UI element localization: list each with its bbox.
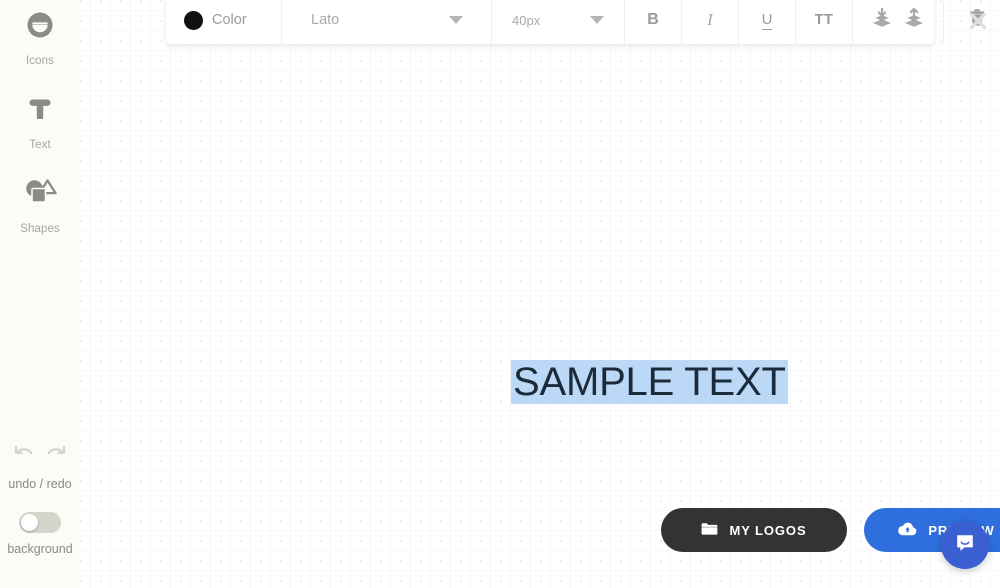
- undo-redo-group: undo / redo: [0, 442, 80, 491]
- bring-to-front-icon[interactable]: [903, 7, 925, 33]
- layer-order-group: [853, 0, 943, 44]
- color-label: Color: [212, 12, 247, 28]
- folder-icon: [701, 522, 718, 539]
- support-chat-button[interactable]: [941, 521, 989, 569]
- font-size-value: 40px: [512, 12, 541, 28]
- bold-button[interactable]: B: [625, 0, 681, 44]
- send-to-back-icon[interactable]: [871, 7, 893, 33]
- sidebar-item-text-label: Text: [29, 139, 51, 151]
- sidebar-item-icons[interactable]: Icons: [0, 10, 80, 67]
- text-t-icon: [0, 94, 80, 134]
- chevron-down-icon: [449, 16, 463, 24]
- italic-label: I: [707, 10, 713, 29]
- close-button[interactable]: [965, 8, 991, 34]
- background-toggle[interactable]: [19, 512, 61, 533]
- design-canvas[interactable]: SAMPLE TEXT MY LOGOS PREVIEW: [80, 0, 1000, 588]
- sidebar-item-shapes-label: Shapes: [20, 223, 60, 235]
- text-format-toolbar: Color Lato 40px B I U TT: [166, 0, 984, 44]
- sidebar-item-shapes[interactable]: Shapes: [0, 178, 80, 235]
- chevron-down-icon: [590, 16, 604, 24]
- sidebar-item-icons-label: Icons: [26, 55, 54, 67]
- underline-label: U: [761, 10, 773, 30]
- uppercase-button[interactable]: TT: [796, 0, 852, 44]
- font-size-select[interactable]: 40px: [492, 0, 624, 44]
- font-family-value: Lato: [311, 12, 340, 28]
- undo-redo-label: undo / redo: [8, 477, 72, 491]
- chat-bubble-icon: [953, 531, 977, 560]
- italic-button[interactable]: I: [682, 0, 738, 44]
- uppercase-label: TT: [814, 12, 834, 28]
- my-logos-label: MY LOGOS: [729, 522, 807, 538]
- background-label: background: [7, 542, 73, 556]
- bold-label: B: [647, 11, 659, 28]
- undo-arrow-icon[interactable]: [13, 445, 35, 470]
- left-sidebar: Icons Text Shapes undo / redo background: [0, 0, 80, 588]
- sidebar-item-text[interactable]: Text: [0, 94, 80, 151]
- cloud-upload-icon: [898, 522, 917, 539]
- toggle-knob: [21, 514, 38, 531]
- font-family-select[interactable]: Lato: [282, 0, 491, 44]
- redo-arrow-icon[interactable]: [45, 445, 67, 470]
- background-group: background: [0, 512, 80, 556]
- underline-button[interactable]: U: [739, 0, 795, 44]
- shapes-icon: [0, 178, 80, 218]
- color-swatch-icon: [184, 10, 203, 30]
- color-picker-button[interactable]: Color: [166, 0, 281, 44]
- close-icon: [969, 12, 987, 30]
- canvas-text-object[interactable]: SAMPLE TEXT: [511, 360, 788, 404]
- icons-shape-icon: [0, 10, 80, 50]
- my-logos-button[interactable]: MY LOGOS: [661, 508, 847, 552]
